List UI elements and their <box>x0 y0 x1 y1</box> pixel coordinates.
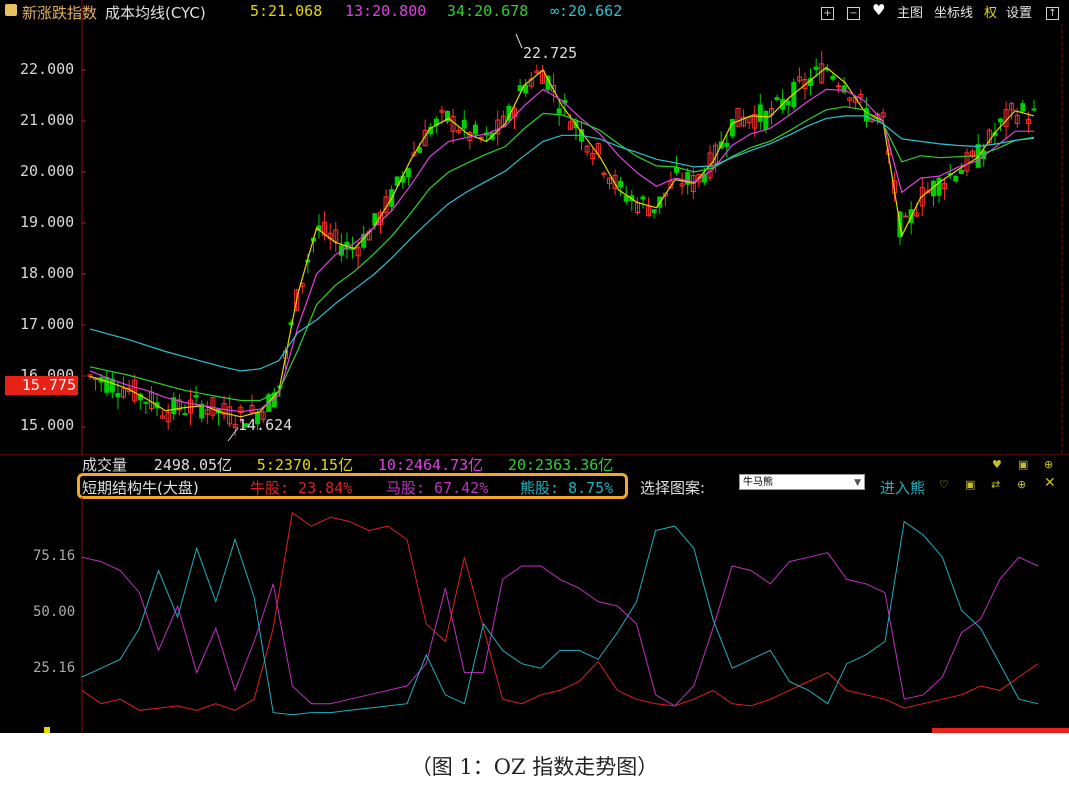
candle-body <box>104 376 110 393</box>
candle-body <box>835 85 841 88</box>
candle-body <box>674 167 680 173</box>
ma5-value: 5:21.068 <box>250 2 323 20</box>
zoom-out-icon[interactable]: − <box>847 5 860 20</box>
y-tick: 18.000 <box>20 264 75 282</box>
candle-body <box>640 196 646 200</box>
enter-bear-button[interactable]: 进入熊 <box>880 477 925 498</box>
candle-body <box>729 118 735 137</box>
candle-body <box>813 66 819 70</box>
y-tick: 21.000 <box>20 111 75 129</box>
candle-body <box>115 393 121 398</box>
candle-body <box>785 100 791 106</box>
candle-body <box>461 119 467 129</box>
candle-body <box>1031 108 1037 111</box>
volume-ma10: 10:2464.73亿 <box>377 456 484 474</box>
chart-screen[interactable]: 新涨跌指数 成本均线(CYC) 5:21.068 13:20.800 34:20… <box>0 0 1069 733</box>
volume-row: 成交量 2498.05亿 5:2370.15亿 10:2464.73亿 20:2… <box>82 454 613 475</box>
select-pattern-label: 选择图案: <box>640 479 706 497</box>
y-tick: 17.000 <box>20 315 75 333</box>
candle-body <box>405 168 411 178</box>
candle-body <box>774 97 780 101</box>
candle-body <box>958 169 964 174</box>
y-tick: 20.000 <box>20 162 75 180</box>
bull-percent: 牛股: 23.84% <box>250 479 353 497</box>
ma-line-1 <box>89 88 1034 413</box>
chevron-down-icon: ▼ <box>854 478 861 488</box>
bear-percent: 熊股: 8.75% <box>520 479 614 497</box>
low-marker <box>227 427 239 442</box>
candle-body <box>651 209 657 214</box>
zoom-in-icon[interactable]: + <box>821 5 834 20</box>
favorite-heart-icon[interactable]: ♥ <box>872 1 885 19</box>
rights-button[interactable]: 权 <box>984 2 997 21</box>
axis-line-button[interactable]: 坐标线 <box>934 2 973 21</box>
time-axis-marker <box>932 728 1069 733</box>
y-tick: 22.000 <box>20 60 75 78</box>
oscillator-title: 短期结构牛(大盘) <box>82 479 199 497</box>
osc-swap-icon[interactable]: ⇄ <box>991 478 1000 491</box>
candle-body <box>830 75 836 80</box>
volume-window-icon[interactable]: ▣ <box>1018 458 1028 471</box>
export-icon[interactable]: ↑ <box>1046 5 1059 20</box>
ma-line-0 <box>89 66 1035 418</box>
indicator-name: 成本均线(CYC) <box>105 4 206 22</box>
ma34-value: 34:20.678 <box>447 2 529 20</box>
candle-body <box>193 394 199 398</box>
candle-body <box>953 176 959 182</box>
osc-y-tick: 75.16 <box>33 548 76 564</box>
ma-line-3 <box>89 115 1035 372</box>
volume-ma20: 20:2363.36亿 <box>507 456 614 474</box>
current-price-tag: 15.775 <box>5 376 78 395</box>
candle-body <box>618 180 624 188</box>
candle-body <box>724 142 730 147</box>
candle-body <box>556 108 562 114</box>
bottom-left-marker <box>44 727 50 733</box>
candle-body <box>936 177 942 196</box>
oscillator-chart[interactable] <box>0 497 1069 733</box>
high-price-label: 22.725 <box>523 44 578 62</box>
main-chart[interactable] <box>0 0 1069 455</box>
ma13-value: 13:20.800 <box>345 2 427 20</box>
osc-window-icon[interactable]: ▣ <box>965 478 975 491</box>
volume-ma5: 5:2370.15亿 <box>256 456 354 474</box>
osc-line-0 <box>81 511 1039 711</box>
candle-body <box>143 401 149 404</box>
index-name: 新涨跌指数 <box>22 4 98 22</box>
osc-y-tick: 25.16 <box>33 660 76 676</box>
pattern-select-value: 牛马熊 <box>743 477 773 488</box>
ma-line-2 <box>89 106 1035 402</box>
candle-body <box>1020 103 1026 112</box>
candle-body <box>763 110 769 130</box>
close-icon[interactable]: ✕ <box>1044 475 1056 491</box>
y-tick: 19.000 <box>20 213 75 231</box>
pattern-select[interactable]: 牛马熊 ▼ <box>739 474 865 490</box>
main-chart-button[interactable]: 主图 <box>897 2 923 21</box>
candle-body <box>182 413 188 416</box>
osc-zoom-icon[interactable]: ⊕ <box>1017 478 1026 491</box>
osc-line-2 <box>81 520 1039 716</box>
figure-caption: （图 1：OZ 指数走势图） <box>410 755 659 779</box>
volume-heart-icon[interactable]: ♥ <box>992 458 1002 471</box>
low-price-label: 14.624 <box>238 416 293 434</box>
horse-percent: 马股: 67.42% <box>386 479 489 497</box>
candle-body <box>903 215 909 218</box>
osc-line-1 <box>81 552 1039 707</box>
volume-zoom-icon[interactable]: ⊕ <box>1044 458 1053 471</box>
candle-body <box>472 124 478 135</box>
volume-label: 成交量 <box>82 456 128 474</box>
volume-value: 2498.05亿 <box>153 456 233 474</box>
settings-button[interactable]: 设置 <box>1006 2 1032 21</box>
y-tick: 15.000 <box>20 416 75 434</box>
ma-inf-value: ∞:20.662 <box>550 2 623 20</box>
osc-y-tick: 50.00 <box>33 604 76 620</box>
candle-body <box>997 118 1003 123</box>
osc-heart-icon[interactable]: ♡ <box>939 478 949 491</box>
app-logo-icon <box>5 4 17 16</box>
high-marker <box>515 33 523 49</box>
candle-body <box>757 104 763 122</box>
